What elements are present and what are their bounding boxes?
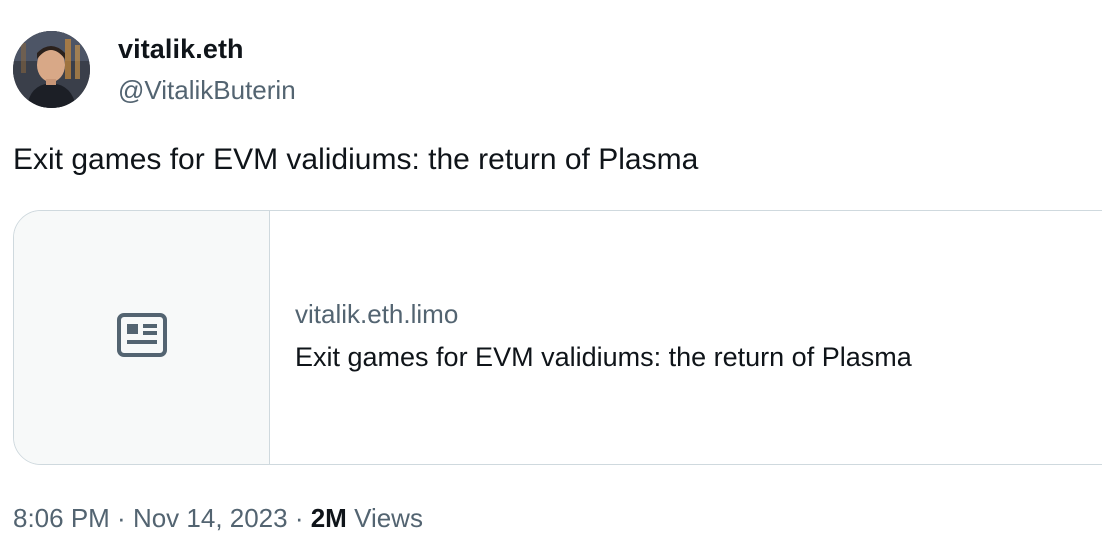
meta-separator: · (109, 503, 133, 533)
avatar[interactable] (13, 31, 90, 108)
link-card-title: Exit games for EVM validiums: the return… (295, 341, 912, 372)
author-handle[interactable]: @VitalikButerin (118, 75, 296, 106)
tweet-time[interactable]: 8:06 PM (13, 503, 110, 533)
link-card-body: vitalik.eth.limo Exit games for EVM vali… (270, 211, 912, 464)
views-label: Views (346, 503, 423, 533)
tweet-meta: 8:06 PM · Nov 14, 2023 · 2M Views (13, 503, 423, 534)
tweet-date[interactable]: Nov 14, 2023 (133, 503, 288, 533)
tweet-text: Exit games for EVM validiums: the return… (13, 143, 699, 176)
meta-separator: · (287, 503, 311, 533)
article-icon (116, 313, 167, 362)
avatar-image (13, 31, 90, 108)
link-card-domain: vitalik.eth.limo (295, 298, 459, 329)
author-display-name[interactable]: vitalik.eth (118, 34, 244, 65)
link-card[interactable]: vitalik.eth.limo Exit games for EVM vali… (13, 210, 1102, 465)
views-count: 2M (310, 503, 347, 533)
link-card-thumbnail (14, 211, 270, 464)
